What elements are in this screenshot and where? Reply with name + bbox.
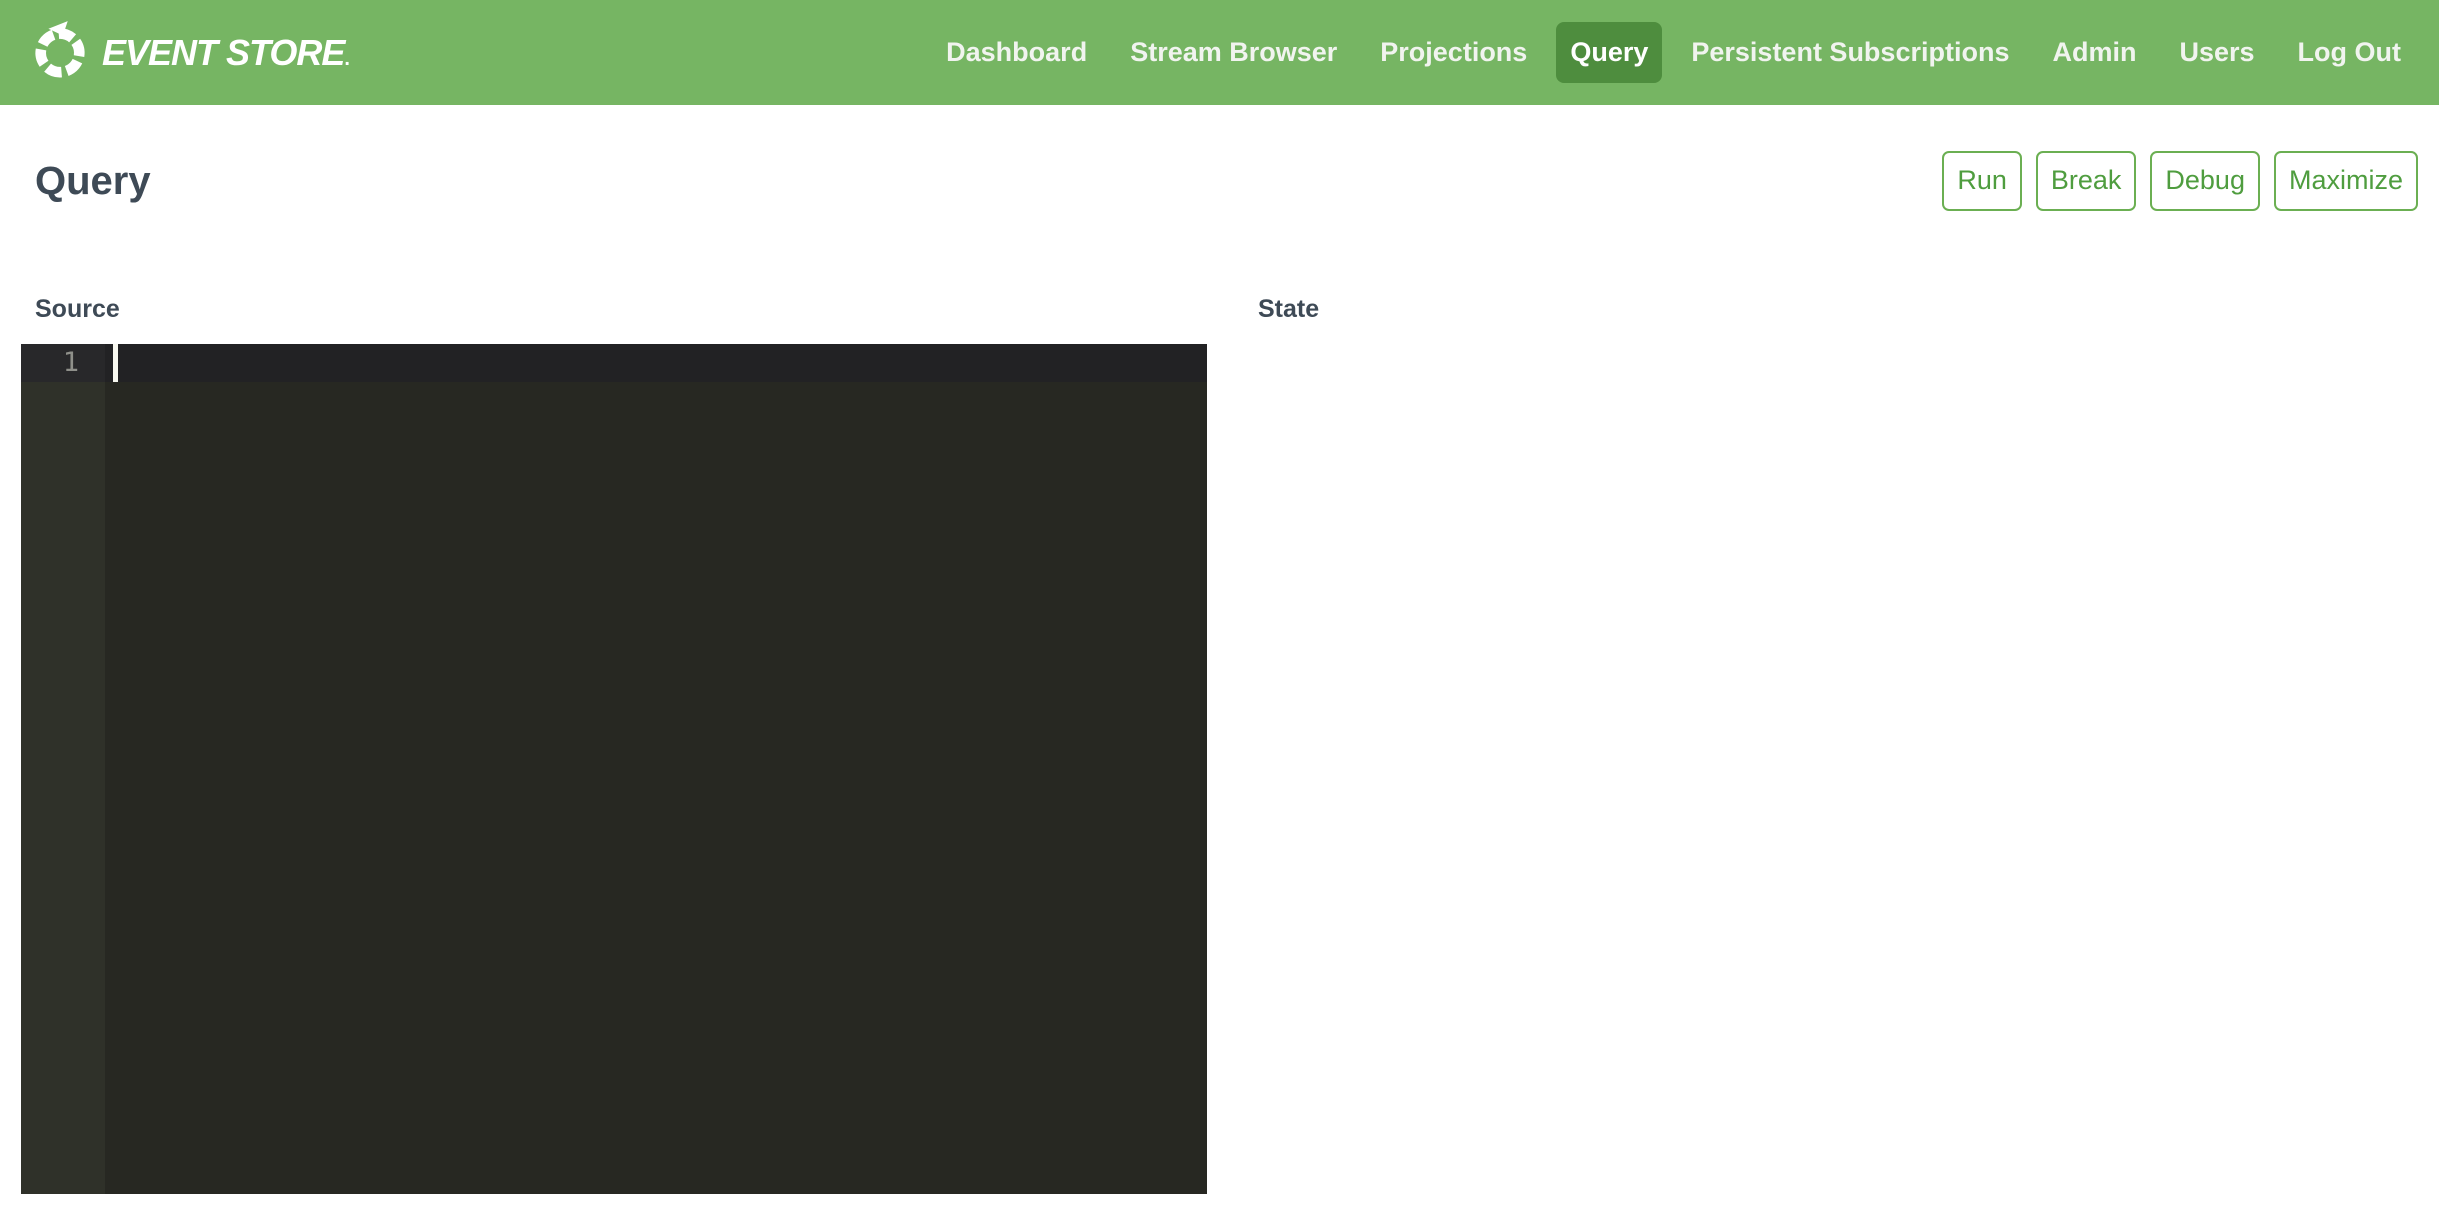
state-panel-label: State xyxy=(1258,295,2439,324)
main-content: Query Run Break Debug Maximize Source 1 … xyxy=(0,150,2439,1194)
query-toolbar: Run Break Debug Maximize xyxy=(1942,151,2418,211)
editor-gutter: 1 xyxy=(21,344,105,1194)
nav-item-projections[interactable]: Projections xyxy=(1366,22,1541,83)
brand[interactable]: EVENT STORE. xyxy=(33,20,349,85)
query-source-editor[interactable]: 1 xyxy=(21,344,1207,1194)
nav-item-log-out[interactable]: Log Out xyxy=(2284,22,2415,83)
source-panel: Source 1 xyxy=(21,295,1207,1194)
nav-item-users[interactable]: Users xyxy=(2165,22,2268,83)
page-header: Query Run Break Debug Maximize xyxy=(35,150,2418,212)
text-cursor xyxy=(113,344,118,382)
panels-row: Source 1 State xyxy=(0,295,2439,1194)
brand-title: EVENT STORE. xyxy=(102,32,349,74)
active-line-highlight xyxy=(105,344,1207,382)
brand-trademark-dot: . xyxy=(344,48,349,70)
debug-button[interactable]: Debug xyxy=(2150,151,2260,211)
event-store-logo-icon xyxy=(33,20,87,85)
nav-item-persistent-subscriptions[interactable]: Persistent Subscriptions xyxy=(1677,22,2023,83)
line-number: 1 xyxy=(21,344,105,382)
nav-item-query[interactable]: Query xyxy=(1556,22,1662,83)
break-button[interactable]: Break xyxy=(2036,151,2137,211)
source-panel-label: Source xyxy=(35,295,1207,324)
nav-item-admin[interactable]: Admin xyxy=(2038,22,2150,83)
nav-item-stream-browser[interactable]: Stream Browser xyxy=(1116,22,1351,83)
nav-item-dashboard[interactable]: Dashboard xyxy=(932,22,1101,83)
top-navbar: EVENT STORE. Dashboard Stream Browser Pr… xyxy=(0,0,2439,105)
page-title: Query xyxy=(35,159,151,204)
maximize-button[interactable]: Maximize xyxy=(2274,151,2418,211)
state-panel: State xyxy=(1244,295,2439,1194)
main-nav: Dashboard Stream Browser Projections Que… xyxy=(932,22,2415,83)
run-button[interactable]: Run xyxy=(1942,151,2022,211)
